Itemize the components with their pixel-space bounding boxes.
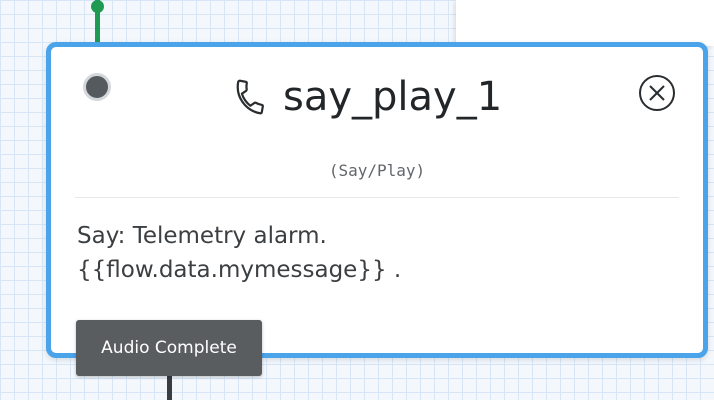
widget-type-label: (Say/Play)	[328, 161, 426, 180]
divider	[75, 197, 679, 198]
close-icon[interactable]	[637, 73, 677, 113]
widget-header: say_play_1	[231, 77, 502, 117]
incoming-connector-end	[91, 0, 104, 13]
right-panel	[456, 0, 714, 46]
phone-icon	[236, 79, 264, 115]
input-port-dot[interactable]	[83, 73, 111, 101]
widget-body: Say: Telemetry alarm. {{flow.data.mymess…	[77, 219, 677, 287]
transition-audio-complete[interactable]: Audio Complete	[76, 320, 262, 376]
transition-label-text: Audio Complete	[101, 338, 237, 358]
say-play-widget[interactable]: say_play_1 (Say/Play) Say: Telemetry ala…	[46, 42, 708, 358]
body-line-variable: {{flow.data.mymessage}} .	[77, 257, 402, 283]
body-line-say: Say: Telemetry alarm.	[77, 223, 327, 249]
widget-title: say_play_1	[283, 74, 503, 120]
